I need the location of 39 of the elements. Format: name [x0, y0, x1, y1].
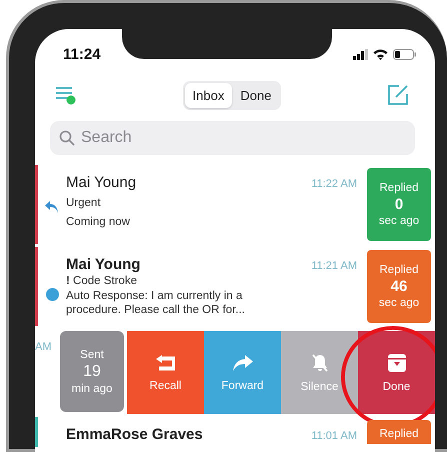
message-time: 11:22 AM [311, 178, 357, 190]
badge-label: Replied [380, 428, 418, 440]
menu-icon[interactable] [55, 85, 77, 105]
bell-slash-icon [310, 352, 330, 372]
return-arrow-icon [154, 354, 176, 372]
badge-unit: sec ago [378, 297, 420, 309]
message-row[interactable]: Mai Young 11:21 AM ! Code Stroke Auto Response: I am currently in a procedure. Please call the OR for... Replied 46 sec ago [35, 247, 435, 326]
message-subject: ! Code Stroke [66, 275, 138, 287]
battery-icon [393, 48, 417, 60]
badge-label: Replied [380, 264, 418, 276]
message-time: 11:01 AM [311, 430, 357, 442]
done-action-button[interactable]: Done [358, 331, 435, 414]
sender-name: Mai Young [66, 256, 142, 273]
wifi-icon [373, 48, 388, 60]
badge-unit: sec ago [378, 215, 420, 227]
recall-action-button[interactable]: Recall [127, 331, 204, 414]
sender-name: EmmaRose Graves [66, 426, 204, 443]
badge-unit: min ago [72, 382, 112, 394]
message-time: AM [35, 340, 52, 355]
badge-count: 19 [83, 362, 101, 380]
sender-name: Mai Young [66, 174, 138, 191]
forward-arrow-icon [232, 354, 254, 372]
status-time: 11:24 [63, 46, 102, 62]
badge-label: Replied [380, 182, 418, 194]
message-time: 11:21 AM [311, 260, 357, 272]
archive-box-icon [386, 352, 406, 372]
segment-tab[interactable]: Inbox [184, 82, 232, 108]
message-preview: Coming now [66, 215, 131, 229]
badge-label: Sent [80, 348, 104, 360]
message-preview: Auto Response: I am currently in a procedure. Please call the OR for... [66, 289, 246, 317]
badge-count: 46 [390, 278, 408, 295]
badge-count: 0 [394, 196, 404, 213]
message-row[interactable]: Mai Young 11:22 AM Urgent Coming now Replied 0 sec ago [35, 165, 435, 244]
compose-icon[interactable] [386, 84, 409, 106]
message-row[interactable]: EmmaRose Graves 11:01 AM Replied [35, 417, 435, 447]
segment-tab[interactable]: Done [232, 82, 280, 108]
signal-icon [353, 48, 368, 60]
message-subject: Urgent [66, 197, 102, 209]
search-field[interactable]: Search [50, 121, 415, 155]
